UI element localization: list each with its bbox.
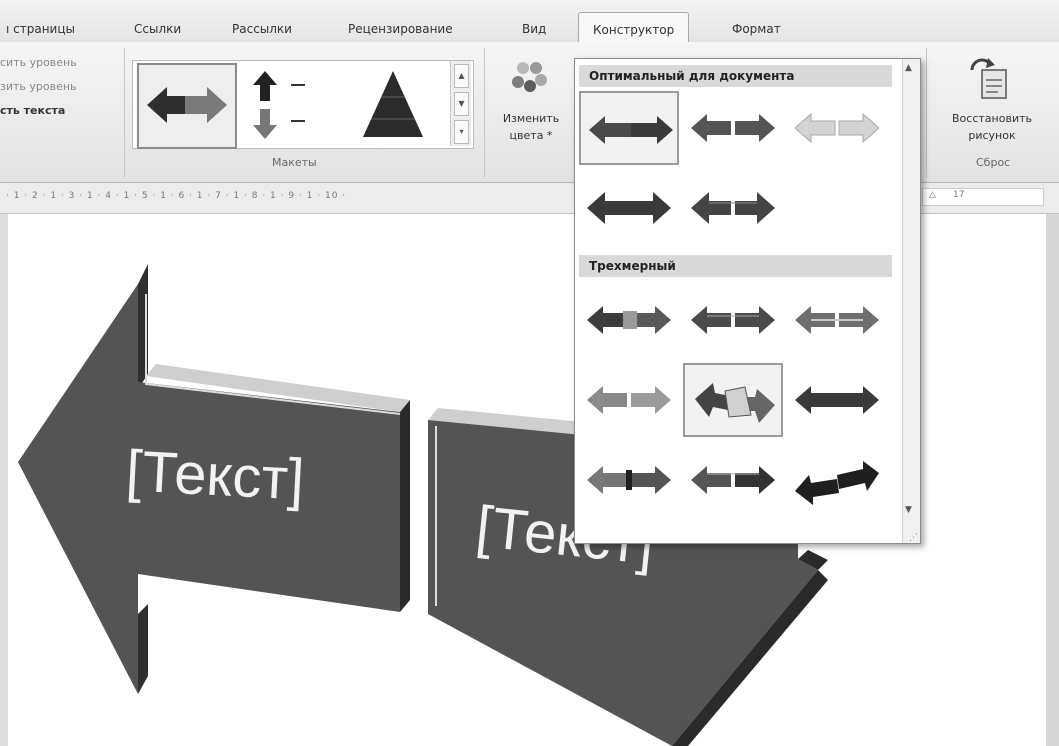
smartart-left-text[interactable]: [Текст] [124,437,306,513]
text-pane-button[interactable]: сть текста [0,104,65,117]
change-colors-label-2: цвета * [509,129,553,142]
style-option-intense[interactable] [683,171,783,245]
layout-option-pyramid[interactable] [345,63,441,145]
style-arrow-icon [587,192,671,224]
reset-graphic-icon [970,58,1007,99]
section-header-3d: Трехмерный [579,255,892,277]
style-3d-arrow-icon [795,461,879,505]
tab-page-layout[interactable]: ı страницы [6,22,75,36]
style-arrow-icon [691,192,775,224]
style-option-light[interactable] [787,91,887,165]
style-arrow-icon [691,114,775,142]
style-3d-arrow-icon [795,306,879,334]
layouts-gallery-scroll: ▲ ▼ ▾ [450,61,471,146]
styles-dropdown-scrollbar[interactable]: ▲ ▼ [902,59,920,543]
style-3d-arrow-icon [691,466,775,494]
style-3d-arrow-icon [587,306,671,334]
smartart-styles-dropdown: Оптимальный для документа Трехмерный ▲ ▼… [574,58,921,544]
style-option-3d-6[interactable] [787,363,887,437]
tab-mailings[interactable]: Рассылки [232,22,292,36]
style-3d-arrow-icon [587,466,671,494]
reset-label-1: Восстановить [952,112,1032,125]
group-separator [484,48,485,178]
style-3d-arrow-icon [691,306,775,334]
layout-option-up-down-arrows[interactable] [241,63,337,145]
scroll-up-icon[interactable]: ▲ [905,63,912,73]
style-option-3d-3[interactable] [787,283,887,357]
style-option-3d-5[interactable] [683,363,783,437]
opposing-arrows-icon [147,87,227,123]
gallery-more-icon[interactable]: ▾ [454,120,469,144]
style-option-3d-2[interactable] [683,283,783,357]
demote-button[interactable]: зить уровень [0,80,77,93]
scroll-down-icon[interactable]: ▼ [905,505,912,515]
style-option-simple[interactable] [579,91,679,165]
group-separator [926,48,927,178]
reset-label-2: рисунок [968,129,1016,142]
style-3d-arrow-icon [795,386,879,414]
indent-marker-icon[interactable]: △ [929,190,936,200]
up-down-arrows-icon [253,71,305,139]
style-option-3d-4[interactable] [579,363,679,437]
ruler-right-segment: 17 △ [922,188,1044,206]
tab-format[interactable]: Формат [732,22,781,36]
ruler-mark-17: 17 [953,190,965,200]
style-3d-arrow-icon [695,383,775,423]
resize-grip-icon[interactable]: ⋰ [909,533,918,543]
style-3d-arrow-icon [587,386,671,414]
style-option-3d-1[interactable] [579,283,679,357]
pyramid-icon [363,71,423,137]
section-header-best-match: Оптимальный для документа [579,65,892,87]
style-arrow-icon [589,116,673,144]
style-option-3d-8[interactable] [683,443,783,517]
ruler-ticks: · 1 · 2 · 1 · 3 · 1 · 4 · 1 · 5 · 1 · 6 … [6,191,347,201]
tab-review[interactable]: Рецензирование [348,22,453,36]
document-margin [1046,214,1059,746]
style-option-moderate[interactable] [579,171,679,245]
scroll-up-icon[interactable]: ▲ [454,64,469,88]
reset-group-label: Сброс [976,156,1011,169]
change-colors-label-1: Изменить [502,112,560,125]
layouts-gallery [132,60,474,149]
layout-option-opposing-arrows[interactable] [137,63,237,149]
tab-references[interactable]: Ссылки [134,22,181,36]
group-separator [124,48,125,178]
layouts-group-label: Макеты [272,156,317,169]
tab-design[interactable]: Конструктор [578,12,690,42]
ribbon-tab-bar: ı страницы Ссылки Рассылки Рецензировани… [0,0,1059,42]
style-option-3d-9[interactable] [787,443,887,517]
scroll-down-icon[interactable]: ▼ [454,92,469,116]
style-option-simple-2[interactable] [683,91,783,165]
style-option-3d-7[interactable] [579,443,679,517]
color-circles-icon [512,62,547,92]
tab-view[interactable]: Вид [522,22,546,36]
style-arrow-icon [794,112,880,144]
promote-button[interactable]: сить уровень [0,56,77,69]
